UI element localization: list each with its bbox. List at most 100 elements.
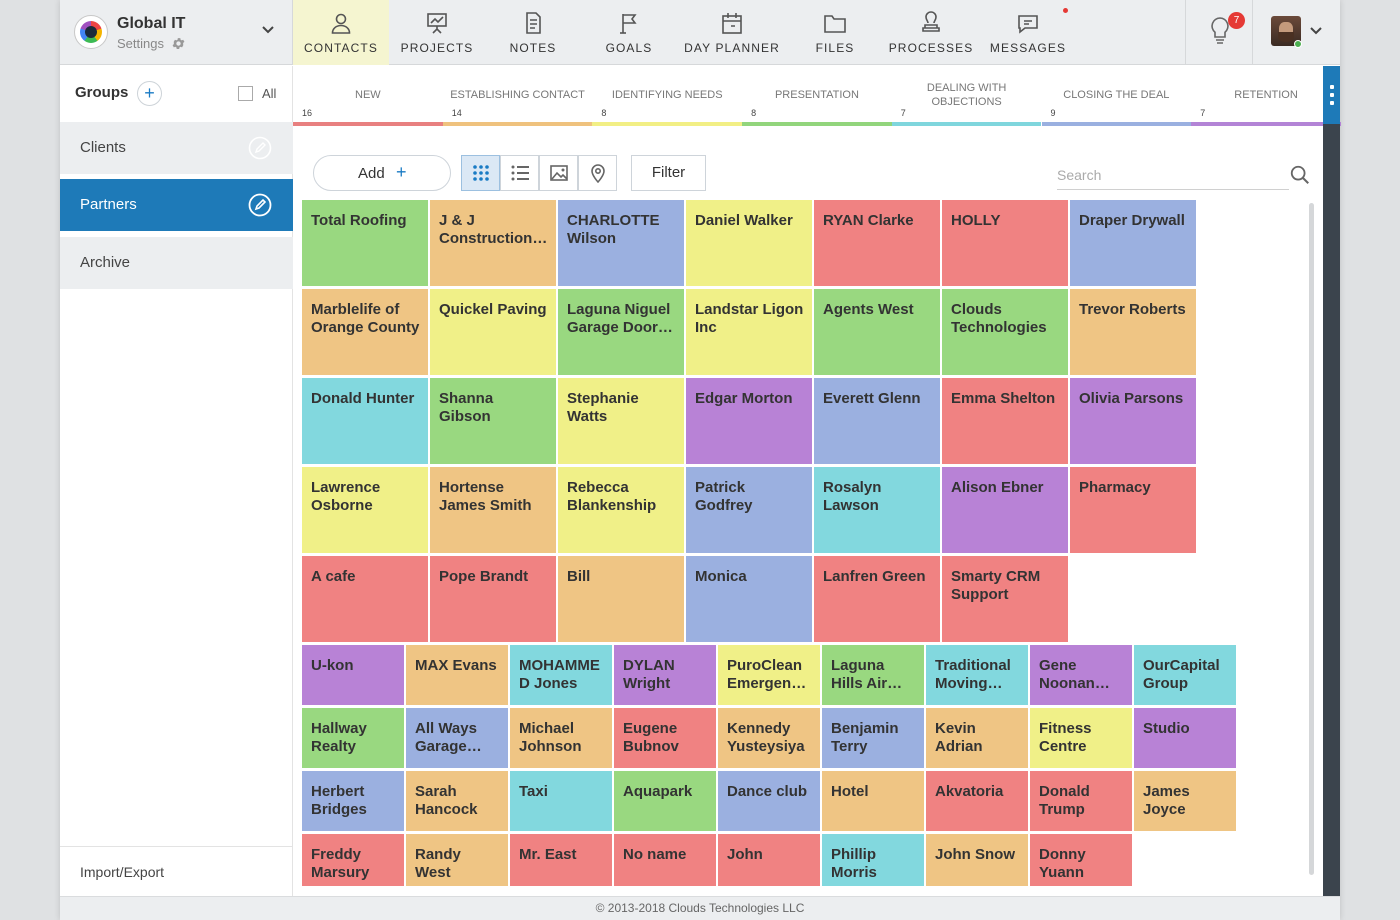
contact-tile[interactable]: Agents West [814, 289, 940, 375]
contact-tile[interactable]: Aquapark [614, 771, 716, 831]
contact-tile[interactable]: Phillip Morris [822, 834, 924, 886]
grid-view-button[interactable] [461, 155, 500, 191]
contact-tile[interactable]: Hortense James Smith [430, 467, 556, 553]
contact-tile[interactable]: Benjamin Terry [822, 708, 924, 768]
contact-tile[interactable]: Herbert Bridges [302, 771, 404, 831]
tab-day-planner[interactable]: DAY PLANNER [677, 0, 787, 65]
map-view-button[interactable] [578, 155, 617, 191]
tab-contacts[interactable]: CONTACTS [293, 0, 389, 65]
contact-tile[interactable]: Clouds Technologies [942, 289, 1068, 375]
search-icon[interactable] [1289, 164, 1311, 186]
sidebar-item-clients[interactable]: Clients [60, 122, 293, 174]
filter-button[interactable]: Filter [631, 155, 706, 191]
contact-tile[interactable]: Trevor Roberts [1070, 289, 1196, 375]
contact-tile[interactable]: J & J Construction Inc [430, 200, 556, 286]
pipeline-stage-dealing-with-objections[interactable]: DEALING WITH OBJECTIONS 7 [891, 66, 1042, 126]
contact-tile[interactable]: Gene Noonan Smith [1030, 645, 1132, 705]
contact-tile[interactable]: Pope Brandt [430, 556, 556, 642]
contact-tile[interactable]: Dance club [718, 771, 820, 831]
edit-icon[interactable] [248, 136, 272, 160]
contact-tile[interactable]: Edgar Morton [686, 378, 812, 464]
contact-tile[interactable]: MOHAMMED Jones [510, 645, 612, 705]
contact-tile[interactable]: Shanna Gibson [430, 378, 556, 464]
tab-processes[interactable]: PROCESSES [883, 0, 979, 65]
contact-tile[interactable]: A cafe [302, 556, 428, 642]
contact-tile[interactable]: Draper Drywall [1070, 200, 1196, 286]
scrollbar[interactable] [1309, 203, 1314, 875]
contact-tile[interactable]: Lanfren Green [814, 556, 940, 642]
pipeline-stage-identifying-needs[interactable]: IDENTIFYING NEEDS 8 [592, 66, 743, 126]
contact-tile[interactable]: Rebecca Blankenship [558, 467, 684, 553]
contact-tile[interactable]: Laguna Niguel Garage Door Repair [558, 289, 684, 375]
contact-tile[interactable]: Randy West [406, 834, 508, 886]
contact-tile[interactable]: John Snow [926, 834, 1028, 886]
chevron-down-icon[interactable] [1310, 27, 1322, 35]
contact-tile[interactable]: Monica [686, 556, 812, 642]
contact-tile[interactable]: Kevin Adrian [926, 708, 1028, 768]
contact-tile[interactable]: All Ways Garage Doors [406, 708, 508, 768]
company-switcher[interactable]: Global IT Settings [60, 0, 293, 65]
contact-tile[interactable]: Donald Trump [1030, 771, 1132, 831]
tab-files[interactable]: FILES [787, 0, 883, 65]
contact-tile[interactable]: Hallway Realty [302, 708, 404, 768]
contact-tile[interactable]: Eugene Bubnov [614, 708, 716, 768]
contact-tile[interactable]: PuroClean Emergency Restoration [718, 645, 820, 705]
contact-tile[interactable]: Donny Yuann [1030, 834, 1132, 886]
contact-tile[interactable]: Hotel [822, 771, 924, 831]
import-export-link[interactable]: Import/Export [60, 846, 293, 896]
contact-tile[interactable]: RYAN Clarke [814, 200, 940, 286]
sidebar-item-archive[interactable]: Archive [60, 237, 293, 289]
pipeline-stage-retention[interactable]: RETENTION 7 [1191, 66, 1341, 126]
contact-tile[interactable]: Mr. East [510, 834, 612, 886]
contact-tile[interactable]: John [718, 834, 820, 886]
contact-tile[interactable]: Lawrence Osborne [302, 467, 428, 553]
contact-tile[interactable]: Laguna Hills Air Conditioning [822, 645, 924, 705]
select-all-checkbox[interactable] [238, 86, 253, 101]
contact-tile[interactable]: Rosalyn Lawson [814, 467, 940, 553]
contact-tile[interactable]: Marblelife of Orange County [302, 289, 428, 375]
contact-tile[interactable]: MAX Evans [406, 645, 508, 705]
contact-tile[interactable]: James Joyce [1134, 771, 1236, 831]
contact-tile[interactable]: CHARLOTTE Wilson [558, 200, 684, 286]
contact-tile[interactable]: OurCapital Group [1134, 645, 1236, 705]
contact-tile[interactable]: Olivia Parsons [1070, 378, 1196, 464]
contact-tile[interactable]: No name [614, 834, 716, 886]
contact-tile[interactable]: HOLLY [942, 200, 1068, 286]
contact-tile[interactable]: Michael Johnson [510, 708, 612, 768]
contact-tile[interactable]: Smarty CRM Support [942, 556, 1068, 642]
contact-tile[interactable]: Sarah Hancock [406, 771, 508, 831]
contact-tile[interactable]: Total Roofing [302, 200, 428, 286]
contact-tile[interactable]: Fitness Centre [1030, 708, 1132, 768]
contact-tile[interactable]: U-kon [302, 645, 404, 705]
pipeline-stage-establishing-contact[interactable]: ESTABLISHING CONTACT 14 [442, 66, 593, 126]
tab-notes[interactable]: NOTES [485, 0, 581, 65]
contact-tile[interactable]: Kennedy Yusteysiya [718, 708, 820, 768]
list-view-button[interactable] [500, 155, 539, 191]
contact-tile[interactable]: Taxi [510, 771, 612, 831]
tab-goals[interactable]: GOALS [581, 0, 677, 65]
contact-tile[interactable]: Traditional Moving Company [926, 645, 1028, 705]
contact-tile[interactable]: Akvatoria [926, 771, 1028, 831]
image-view-button[interactable] [539, 155, 578, 191]
settings-link[interactable]: Settings [117, 36, 164, 51]
pipeline-stage-presentation[interactable]: PRESENTATION 8 [742, 66, 892, 126]
notifications-button[interactable]: 7 [1185, 0, 1253, 65]
contact-tile[interactable]: Everett Glenn [814, 378, 940, 464]
edit-icon[interactable] [248, 193, 272, 217]
contact-tile[interactable]: Landstar Ligon Inc [686, 289, 812, 375]
contact-tile[interactable]: Bill [558, 556, 684, 642]
contact-tile[interactable]: Studio [1134, 708, 1236, 768]
more-options-button[interactable] [1323, 66, 1340, 124]
contact-tile[interactable]: Quickel Paving [430, 289, 556, 375]
pipeline-stage-new[interactable]: NEW 16 [293, 66, 443, 126]
add-group-button[interactable]: + [137, 81, 162, 106]
contact-tile[interactable]: Alison Ebner [942, 467, 1068, 553]
contact-tile[interactable]: Stephanie Watts [558, 378, 684, 464]
contact-tile[interactable]: Patrick Godfrey [686, 467, 812, 553]
contact-tile[interactable]: DYLAN Wright [614, 645, 716, 705]
contact-tile[interactable]: Freddy Marsury [302, 834, 404, 886]
contact-tile[interactable]: Emma Shelton [942, 378, 1068, 464]
gear-icon[interactable] [171, 36, 186, 51]
add-contact-button[interactable]: Add + [313, 155, 451, 191]
sidebar-item-partners[interactable]: Partners [60, 179, 293, 231]
